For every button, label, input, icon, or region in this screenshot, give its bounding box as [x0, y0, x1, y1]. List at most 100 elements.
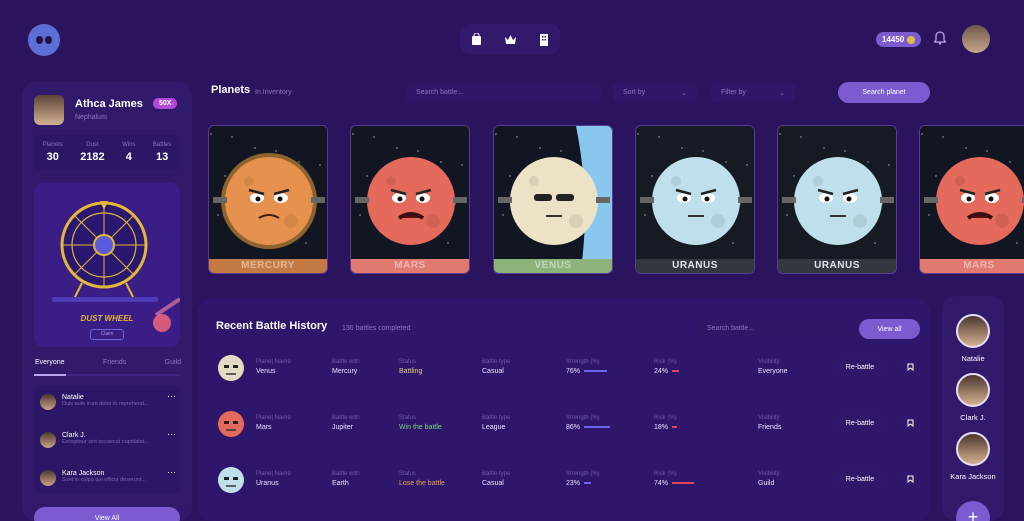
stat-dust: Dust 2182	[80, 142, 105, 163]
planet-card[interactable]: VENUS	[493, 125, 613, 274]
planet-avatar-icon	[218, 467, 244, 493]
strength-bar	[584, 370, 608, 373]
visibility-value: Everyone	[758, 368, 788, 375]
planet-name-cell: Planet Name Venus	[256, 359, 291, 375]
filter-label: Filter by	[721, 89, 746, 96]
avatar	[40, 432, 56, 448]
friend-list: Natalie Duis aute irure dolor in reprehen…	[34, 385, 180, 493]
rebattle-button[interactable]: Re-battle	[832, 357, 888, 377]
coin-balance: 14450	[876, 32, 922, 47]
planet-name-label: URANUS	[778, 259, 896, 273]
status-text: Battling	[399, 368, 423, 375]
risk-cell: Risk (%) 74%	[654, 471, 695, 487]
column-label: Risk (%)	[654, 471, 677, 477]
more-icon[interactable]: ···	[167, 429, 176, 439]
strength-bar	[584, 426, 611, 429]
dust-wheel-card[interactable]: DUST WHEEL Claim	[34, 183, 180, 347]
planet-card[interactable]: URANUS	[777, 125, 897, 274]
planet-card[interactable]: MARS	[919, 125, 1024, 274]
friend-tabs: Everyone Friends Guild	[35, 359, 181, 366]
planet-name-label: MARS	[920, 259, 1024, 273]
battle-type-cell: Battle type Casual	[482, 471, 510, 487]
rebattle-button[interactable]: Re-battle	[832, 413, 888, 433]
status-cell: Status Win the battle	[399, 415, 442, 431]
planet-name-label: VENUS	[494, 259, 612, 273]
shop-bag-icon[interactable]	[471, 33, 482, 45]
strength-cell: Strength (%) 23%	[566, 471, 600, 487]
filter-dropdown[interactable]: Filter by ⌄	[711, 83, 795, 102]
user-avatar[interactable]	[962, 25, 990, 53]
planet-avatar-icon	[218, 355, 244, 381]
column-label: Visibility	[758, 359, 780, 365]
view-all-friends-button[interactable]: View All	[34, 507, 180, 521]
search-planet-button[interactable]: Search planet	[838, 82, 930, 103]
friend-name: Kara Jackson	[62, 470, 105, 477]
stat-wins: Wins 4	[122, 142, 136, 163]
friend-message: Sunt in culpa qui officia deserunt...	[62, 477, 146, 483]
planets-subtitle: In Inventory	[255, 89, 292, 96]
tab-guild[interactable]: Guild	[165, 359, 181, 366]
column-label: Battle type	[482, 359, 511, 365]
planet-card[interactable]: MERCURY	[208, 125, 328, 274]
sort-dropdown[interactable]: Sort by ⌄	[613, 83, 697, 102]
column-label: Battle type	[482, 415, 511, 421]
tab-everyone[interactable]: Everyone	[35, 359, 65, 366]
bookmark-button[interactable]	[902, 359, 918, 375]
status-cell: Status Lose the battle	[399, 471, 445, 487]
list-item[interactable]: Natalie Duis aute irure dolor in reprehen…	[40, 391, 176, 410]
battle-search-input[interactable]: Search battle...	[697, 319, 847, 338]
visibility-value: Friends	[758, 424, 782, 431]
more-icon[interactable]: ···	[167, 467, 176, 477]
profile-avatar	[34, 95, 64, 125]
rebattle-button[interactable]: Re-battle	[832, 469, 888, 489]
table-row: Planet Name Venus Battle with Mercury Stat…	[210, 347, 930, 391]
online-friend[interactable]: Clark J.	[942, 373, 1004, 422]
planet-name: Venus	[256, 368, 276, 375]
strength-value: 86%	[566, 424, 581, 431]
tab-friends[interactable]: Friends	[103, 359, 126, 366]
friend-name: Natalie	[961, 354, 985, 363]
avatar	[40, 470, 56, 486]
online-friend[interactable]: Kara Jackson	[924, 432, 1022, 481]
status-text: Lose the battle	[399, 480, 445, 487]
chevron-down-icon: ⌄	[681, 89, 687, 97]
bookmark-button[interactable]	[902, 415, 918, 431]
planet-illustration-icon	[494, 126, 612, 261]
planet-card[interactable]: MARS	[350, 125, 470, 274]
risk-value: 18%	[654, 424, 669, 431]
column-label: Planet Name	[256, 359, 291, 365]
dust-wheel-claim-button[interactable]: Claim	[90, 329, 124, 340]
strength-value: 76%	[566, 368, 581, 375]
main-nav	[460, 24, 560, 54]
planet-name-label: MARS	[351, 259, 469, 273]
friend-name: Clark J.	[62, 432, 86, 439]
avatar	[956, 314, 990, 348]
coin-amount: 14450	[882, 35, 905, 44]
stat-battles: Battles 13	[152, 142, 172, 163]
online-friend[interactable]: Natalie	[942, 314, 1004, 363]
bookmark-icon	[907, 475, 913, 483]
history-title: Recent Battle History	[216, 320, 328, 332]
column-label: Battle with	[332, 471, 360, 477]
visibility-value: Guild	[758, 480, 775, 487]
battle-with-cell: Battle with Mercury	[332, 359, 360, 375]
planet-search-input[interactable]: Search battle...	[406, 83, 601, 102]
list-item[interactable]: Clark J. Excepteur sint occaecat cupidata…	[40, 429, 176, 448]
list-item[interactable]: Kara Jackson Sunt in culpa qui officia de…	[40, 467, 176, 486]
avatar	[40, 394, 56, 410]
column-label: Planet Name	[256, 471, 291, 477]
view-all-battles-button[interactable]: View all	[859, 319, 920, 339]
column-label: Battle with	[332, 359, 360, 365]
app-logo[interactable]	[28, 24, 60, 56]
more-icon[interactable]: ···	[167, 391, 176, 401]
crown-icon[interactable]	[504, 34, 517, 45]
stat-planets: Planets 30	[42, 142, 63, 163]
planet-illustration-icon	[351, 126, 469, 261]
bookmark-button[interactable]	[902, 471, 918, 487]
planet-card[interactable]: URANUS	[635, 125, 755, 274]
visibility-cell: Visibility Everyone	[758, 359, 788, 375]
column-label: Visibility	[758, 415, 780, 421]
strength-cell: Strength (%) 86%	[566, 415, 611, 431]
building-icon[interactable]	[539, 33, 549, 46]
bell-icon[interactable]	[934, 31, 946, 45]
